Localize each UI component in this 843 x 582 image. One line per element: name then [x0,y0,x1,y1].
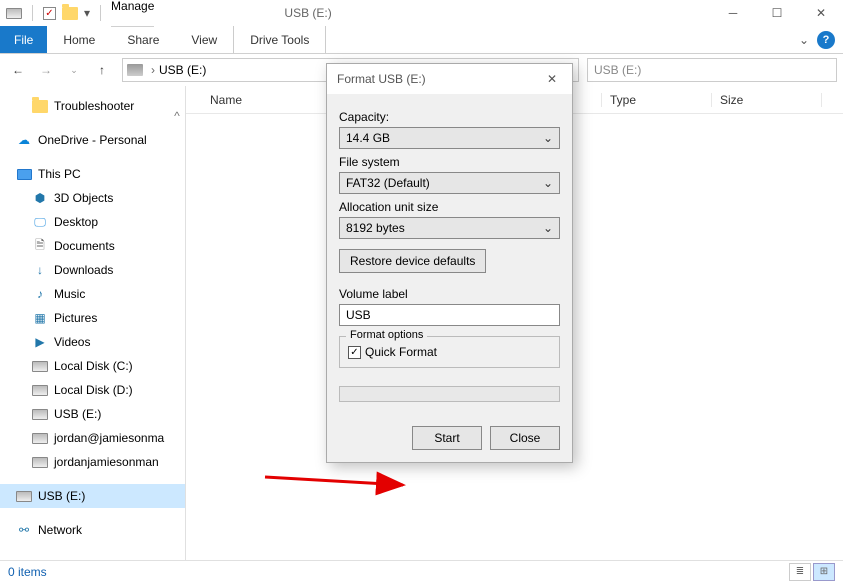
share-tab[interactable]: Share [111,26,175,53]
tree-item-account-1[interactable]: jordan@jamiesonma [0,426,185,450]
column-size[interactable]: Size [712,93,822,107]
window-title: USB (E:) [284,6,331,20]
close-format-button[interactable]: Close [490,426,560,450]
tree-item-troubleshooter[interactable]: Troubleshooter [0,94,185,118]
capacity-label: Capacity: [339,110,560,124]
music-icon: ♪ [32,286,48,302]
video-icon: ▶ [32,334,48,350]
volume-label-label: Volume label [339,287,560,301]
minimize-button[interactable]: ─ [711,0,755,26]
capacity-combo[interactable]: 14.4 GB [339,127,560,149]
start-button[interactable]: Start [412,426,482,450]
allocation-combo[interactable]: 8192 bytes [339,217,560,239]
search-box[interactable]: USB (E:) [587,58,837,82]
search-hint: USB (E:) [594,63,830,77]
help-icon[interactable]: ? [817,31,835,49]
picture-icon: ▦ [32,310,48,326]
folder-icon[interactable] [62,5,78,21]
file-tab[interactable]: File [0,26,47,53]
drive-icon [127,64,143,76]
tree-item-local-d[interactable]: Local Disk (D:) [0,378,185,402]
ribbon-expand-icon[interactable]: ⌄ [799,33,809,47]
cube-icon: ⬢ [32,190,48,206]
drive-tools-tab[interactable]: Drive Tools [233,26,326,53]
restore-defaults-button[interactable]: Restore device defaults [339,249,486,273]
tree-scroll-up[interactable]: ^ [169,86,185,146]
checkbox-icon[interactable]: ✓ [43,7,56,20]
desktop-icon: 🖵 [32,214,48,230]
manage-contextual-tab[interactable]: Manage [111,0,154,27]
tree-item-usb-e[interactable]: USB (E:) [0,402,185,426]
tree-item-desktop[interactable]: 🖵Desktop [0,210,185,234]
dialog-close-button[interactable]: ✕ [542,72,562,86]
close-button[interactable]: ✕ [799,0,843,26]
view-tab[interactable]: View [175,26,233,53]
home-tab[interactable]: Home [47,26,111,53]
address-text: USB (E:) [159,63,206,77]
tree-item-this-pc[interactable]: This PC [0,162,185,186]
back-button[interactable]: ← [6,58,30,82]
tree-item-account-2[interactable]: jordanjamiesonman [0,450,185,474]
cloud-icon: ☁ [16,132,32,148]
format-options-title: Format options [346,329,427,341]
document-icon: 🗎 [32,238,48,254]
volume-label-input[interactable] [339,304,560,326]
details-view-button[interactable]: ≣ [789,563,811,581]
format-dialog: Format USB (E:) ✕ Capacity: 14.4 GB File… [326,63,573,463]
tree-item-usb-e-root[interactable]: USB (E:) [0,484,185,508]
quick-format-checkbox[interactable]: ✓ [348,346,361,359]
download-icon: ↓ [32,262,48,278]
dialog-titlebar: Format USB (E:) ✕ [327,64,572,94]
tree-item-pictures[interactable]: ▦Pictures [0,306,185,330]
tree-item-documents[interactable]: 🗎Documents [0,234,185,258]
monitor-icon [16,166,32,182]
item-count: 0 items [8,565,47,579]
network-icon: ⚯ [16,522,32,538]
tree-item-music[interactable]: ♪Music [0,282,185,306]
allocation-label: Allocation unit size [339,200,560,214]
tree-item-onedrive[interactable]: ☁OneDrive - Personal [0,128,185,152]
tree-item-downloads[interactable]: ↓Downloads [0,258,185,282]
filesystem-label: File system [339,155,560,169]
drive-icon [6,5,22,21]
dialog-title: Format USB (E:) [337,72,426,86]
navigation-tree: ^ Troubleshooter ☁OneDrive - Personal Th… [0,86,186,560]
ribbon: File Home Share View Drive Tools ⌄ ? [0,26,843,54]
tree-item-local-c[interactable]: Local Disk (C:) [0,354,185,378]
icons-view-button[interactable]: ⊞ [813,563,835,581]
up-button[interactable]: ↑ [90,58,114,82]
status-bar: 0 items ≣ ⊞ [0,560,843,582]
tree-item-videos[interactable]: ▶Videos [0,330,185,354]
format-options-group: Format options ✓ Quick Format [339,336,560,368]
forward-button[interactable]: → [34,58,58,82]
quick-access-toolbar: ✓ ▾ [0,5,111,21]
tree-item-3d-objects[interactable]: ⬢3D Objects [0,186,185,210]
quick-format-option[interactable]: ✓ Quick Format [348,345,551,359]
filesystem-combo[interactable]: FAT32 (Default) [339,172,560,194]
recent-dropdown[interactable]: ⌄ [62,58,86,82]
maximize-button[interactable]: ☐ [755,0,799,26]
format-progress [339,386,560,402]
title-bar: ✓ ▾ Manage USB (E:) ─ ☐ ✕ [0,0,843,26]
column-type[interactable]: Type [602,93,712,107]
tree-item-network[interactable]: ⚯Network [0,518,185,542]
